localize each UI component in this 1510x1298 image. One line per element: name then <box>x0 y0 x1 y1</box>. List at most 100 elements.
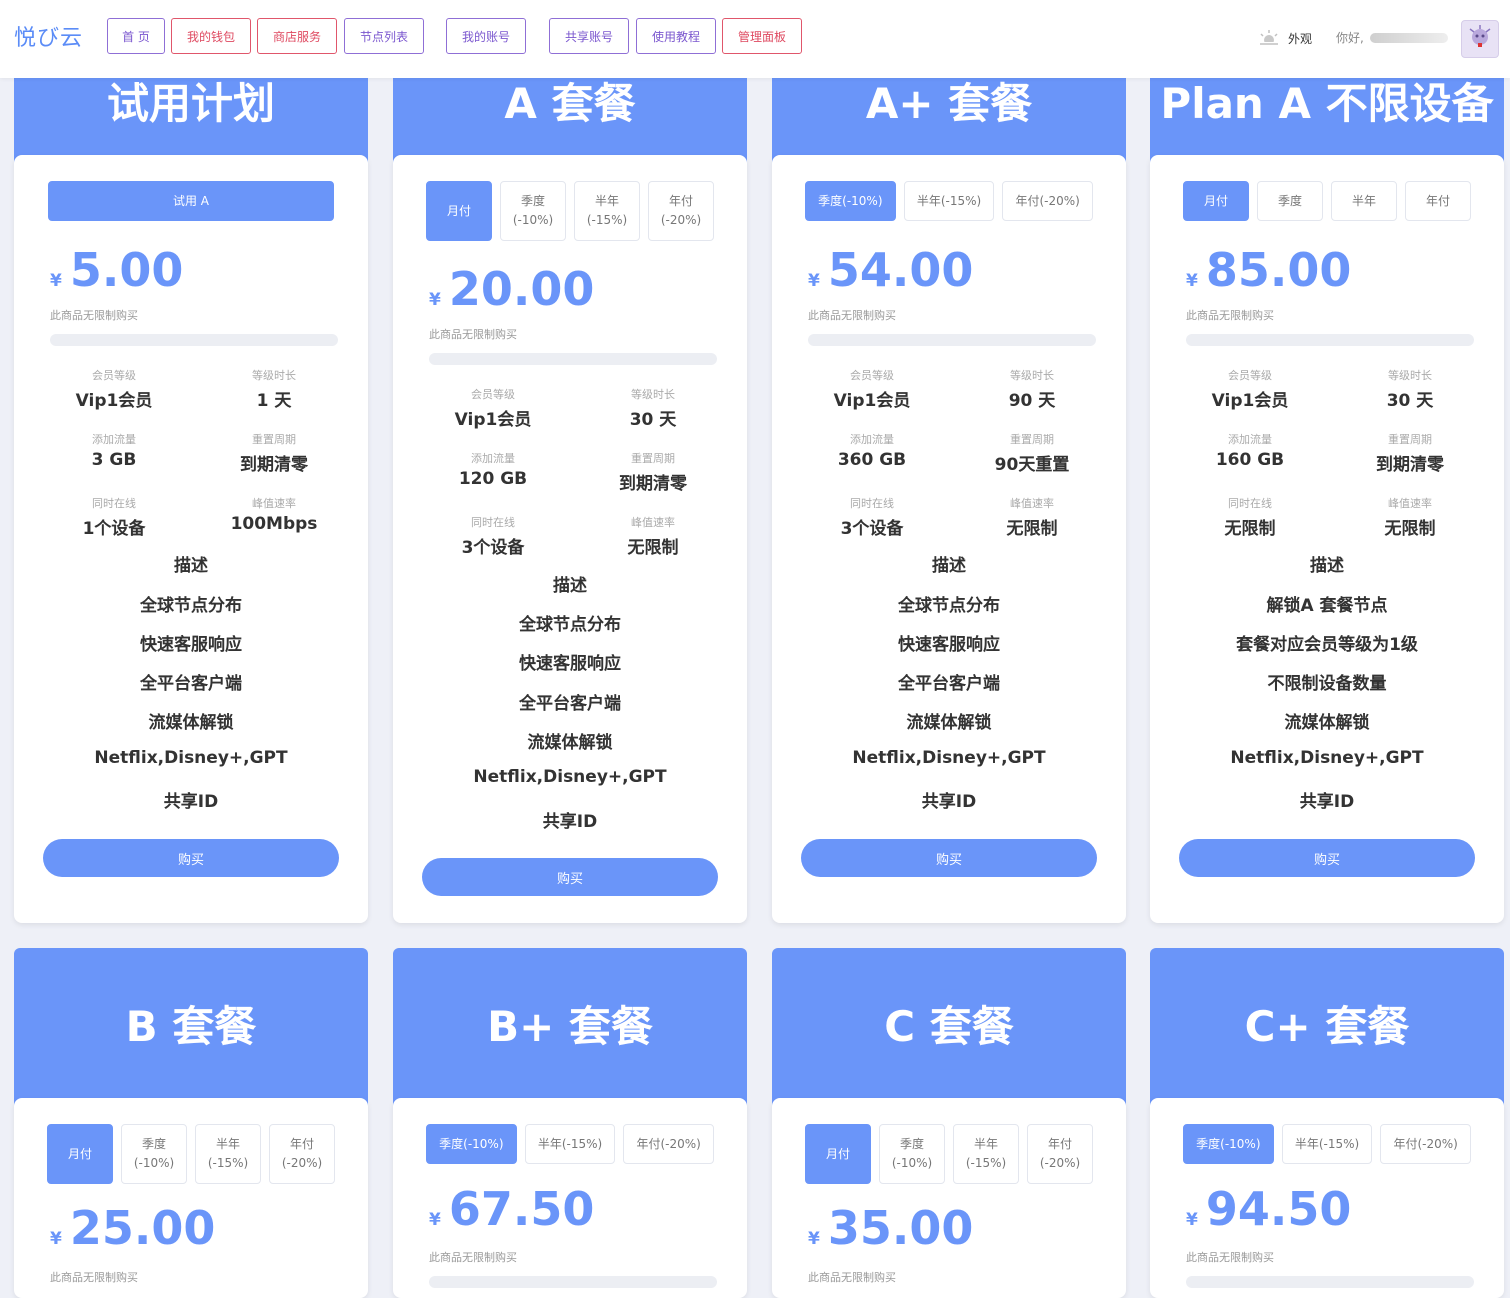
billing-tabs: 季度(-10%) 半年(-15%) 年付(-20%) <box>1183 1124 1472 1164</box>
billing-tab-monthly[interactable]: 月付 <box>1183 181 1249 221</box>
billing-tab-yearly[interactable]: 年付(-20%) <box>1380 1124 1472 1164</box>
tab-label: 季度(-10%) <box>1196 1136 1261 1151</box>
plan-card-c: C 套餐 月付 季度 (-10%) 半年 (-15%) 年付 (-20%) ¥35.0… <box>772 948 1126 1298</box>
billing-tab-quarterly[interactable]: 季度(-10%) <box>805 181 896 221</box>
nav-tutorial[interactable]: 使用教程 <box>636 18 716 54</box>
billing-tabs: 季度(-10%) 半年(-15%) 年付(-20%) <box>805 181 1094 221</box>
stat-online-devices: 同时在线 无限制 <box>1170 495 1330 539</box>
tab-label: 半年 <box>215 1137 240 1151</box>
stat-value: 160 GB <box>1215 450 1285 470</box>
currency-symbol: ¥ <box>1186 271 1198 291</box>
billing-tab-halfyear[interactable]: 半年 <box>1331 181 1397 221</box>
nav-node-list[interactable]: 节点列表 <box>344 18 424 54</box>
billing-tab-monthly[interactable]: 月付 <box>805 1124 871 1184</box>
nav-shop[interactable]: 商店服务 <box>257 18 337 54</box>
nav-admin-panel[interactable]: 管理面板 <box>722 18 802 54</box>
billing-tab-yearly[interactable]: 年付 <box>1405 181 1471 221</box>
stat-label: 重置周期 <box>1010 433 1054 446</box>
stat-label: 添加流量 <box>850 433 894 446</box>
billing-tab-yearly[interactable]: 年付(-20%) <box>623 1124 715 1164</box>
price: ¥94.50 <box>1186 1182 1351 1236</box>
stat-value: Vip1会员 <box>75 391 153 411</box>
buy-button[interactable]: 购买 <box>422 858 718 896</box>
stat-online-devices: 同时在线 3个设备 <box>413 514 573 558</box>
desc-item: 全球节点分布 <box>898 596 1000 616</box>
purchase-note: 此商品无限制购买 <box>429 1251 517 1264</box>
billing-tab-halfyear[interactable]: 半年(-15%) <box>953 1124 1019 1184</box>
price-value: 54.00 <box>827 243 974 297</box>
plan-card-body: 季度(-10%) 半年(-15%) 年付(-20%) ¥94.50 此商品无限制… <box>1150 1098 1504 1298</box>
progress-bar <box>1186 1276 1474 1288</box>
billing-tab-halfyear[interactable]: 半年 (-15%) <box>195 1124 261 1184</box>
buy-button[interactable]: 购买 <box>43 839 339 877</box>
nav-home[interactable]: 首 页 <box>107 18 165 54</box>
price-value: 35.00 <box>827 1201 974 1255</box>
stat-traffic: 添加流量 3 GB <box>34 431 194 470</box>
billing-tab-monthly[interactable]: 月付 <box>47 1124 113 1184</box>
billing-tab-quarterly[interactable]: 季度(-10%) <box>500 181 566 241</box>
tab-label: 半年(-15%) <box>537 1136 603 1151</box>
billing-tab-halfyear[interactable]: 半年(-15%) <box>1281 1124 1373 1164</box>
nav-shared-account[interactable]: 共享账号 <box>549 18 629 54</box>
billing-tab-quarterly[interactable]: 季度(-10%) <box>879 1124 945 1184</box>
price-value: 67.50 <box>448 1182 595 1236</box>
brand-logo[interactable]: 悦び云 <box>14 20 83 52</box>
stat-reset-cycle: 重置周期 90天重置 <box>952 431 1112 475</box>
billing-tabs: 季度(-10%) 半年(-15%) 年付(-20%) <box>426 1124 715 1164</box>
tab-discount: (-15%) <box>207 1156 249 1170</box>
plan-title: C 套餐 <box>772 948 1126 1108</box>
stat-label: 等级时长 <box>631 388 675 401</box>
stat-value: 到期清零 <box>619 474 687 494</box>
stat-value: 无限制 <box>1224 519 1276 539</box>
billing-tab-halfyear[interactable]: 半年(-15%) <box>574 181 640 241</box>
billing-tabs: 月付 季度 (-10%) 半年 (-15%) 年付 (-20%) <box>805 1124 1093 1184</box>
billing-tab-yearly[interactable]: 年付(-20%) <box>1002 181 1094 221</box>
stat-label: 会员等级 <box>471 388 515 401</box>
buy-button[interactable]: 购买 <box>801 839 1097 877</box>
price: ¥25.00 <box>50 1201 215 1255</box>
price: ¥67.50 <box>429 1182 594 1236</box>
billing-tab[interactable]: 试用 A <box>48 181 334 221</box>
billing-tab-yearly[interactable]: 年付(-20%) <box>648 181 714 241</box>
desc-item: 快速客服响应 <box>140 635 242 655</box>
desc-item: 全球节点分布 <box>519 615 621 635</box>
stat-value: 30 天 <box>1386 391 1434 411</box>
tab-discount: (-20%) <box>1039 1156 1081 1170</box>
stat-value: 30 天 <box>629 410 677 430</box>
billing-tab-monthly[interactable]: 月付 <box>426 181 492 241</box>
avatar[interactable] <box>1461 20 1499 58</box>
currency-symbol: ¥ <box>808 271 820 291</box>
billing-tab-quarterly[interactable]: 季度(-10%) <box>426 1124 517 1164</box>
desc-heading: 描述 <box>1310 556 1344 576</box>
billing-tab-halfyear[interactable]: 半年(-15%) <box>903 181 995 221</box>
billing-tab-halfyear[interactable]: 半年(-15%) <box>524 1124 616 1164</box>
billing-tab-yearly[interactable]: 年付 (-20%) <box>1027 1124 1093 1184</box>
stat-label: 同时在线 <box>1228 497 1272 510</box>
billing-tab-quarterly[interactable]: 季度(-10%) <box>121 1124 187 1184</box>
billing-tab-quarterly[interactable]: 季度 <box>1257 181 1323 221</box>
stat-value: Vip1会员 <box>454 410 532 430</box>
top-navbar: 悦び云 首 页 我的钱包 商店服务 节点列表 我的账号 共享账号 使用教程 管理… <box>0 0 1510 78</box>
tab-label: 季度 <box>141 1137 166 1151</box>
stat-reset-cycle: 重置周期 到期清零 <box>573 450 733 494</box>
stat-duration: 等级时长 30 天 <box>573 386 733 430</box>
stat-peak-speed: 峰值速率 100Mbps <box>194 495 354 534</box>
price-value: 5.00 <box>69 243 184 297</box>
tab-label: 半年 <box>973 1137 998 1151</box>
buy-button[interactable]: 购买 <box>1179 839 1475 877</box>
billing-tab-yearly[interactable]: 年付(-20%) <box>269 1124 335 1184</box>
nav-my-account[interactable]: 我的账号 <box>446 18 526 54</box>
billing-tab-quarterly[interactable]: 季度(-10%) <box>1183 1124 1274 1164</box>
tab-label: 年付 <box>1047 1137 1072 1151</box>
stat-online-devices: 同时在线 1个设备 <box>34 495 194 539</box>
desc-heading: 描述 <box>932 556 966 576</box>
appearance-toggle[interactable]: 外观 <box>1258 29 1312 47</box>
tab-label: 半年(-15%) <box>916 193 982 208</box>
plan-card-a-plus: A+ 套餐 季度(-10%) 半年(-15%) 年付(-20%) ¥54.00 … <box>772 0 1126 923</box>
billing-tabs: 试用 A <box>48 181 334 221</box>
tab-label: 半年 <box>1351 193 1376 208</box>
stat-label: 等级时长 <box>1010 369 1054 382</box>
nav-wallet[interactable]: 我的钱包 <box>171 18 251 54</box>
stat-label: 峰值速率 <box>1388 497 1432 510</box>
stat-value: 3个设备 <box>840 519 904 539</box>
